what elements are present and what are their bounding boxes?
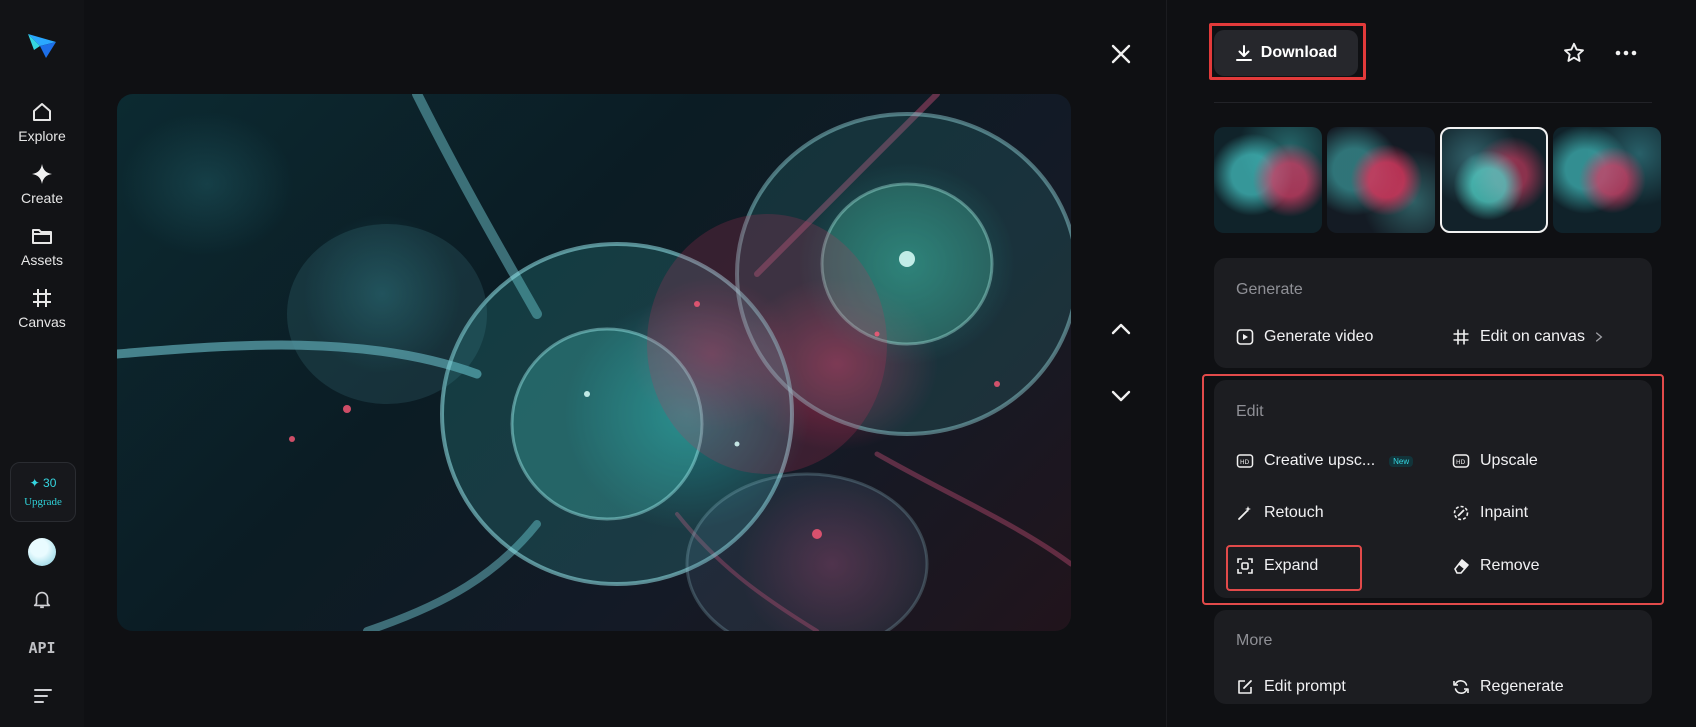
avatar[interactable] [28,538,56,566]
edit-card: Edit HD Creative upsc... New HD Upscale … [1214,380,1652,598]
action-label: Creative upsc... [1264,452,1376,469]
action-label: Retouch [1264,504,1324,521]
next-image-button[interactable] [1105,380,1137,412]
menu-icon[interactable] [33,688,53,704]
generate-card: Generate Generate video Edit on canvas [1214,258,1652,368]
download-icon [1235,45,1252,61]
hd-plus-icon: HD [1236,454,1254,468]
canvas-icon [1453,329,1469,345]
variation-thumbnail-4[interactable] [1553,127,1661,233]
inpaint-button[interactable]: Inpaint [1452,504,1528,522]
inpaint-icon [1453,505,1469,521]
action-label: Expand [1264,557,1319,574]
new-badge: New [1389,455,1414,467]
action-label: Edit prompt [1264,678,1346,695]
rail-label: Explore [18,128,66,144]
edit-prompt-icon [1238,680,1252,694]
edit-prompt-button[interactable]: Edit prompt [1236,678,1346,696]
variation-thumbnail-1[interactable] [1214,127,1322,233]
app: Explore Create Assets Canvas ✦ 30 Upgrad… [0,0,1696,727]
close-button[interactable] [1105,38,1137,70]
canvas-icon [33,289,51,307]
action-label: Remove [1480,557,1540,574]
api-link[interactable]: API [0,639,84,657]
action-label: Regenerate [1480,678,1564,695]
chevron-up-icon [1111,323,1131,335]
variation-thumbnail-3-selected[interactable] [1440,127,1548,233]
generate-video-button[interactable]: Generate video [1236,328,1373,346]
card-title: Edit [1236,403,1264,420]
rail-item-create[interactable]: Create [0,162,84,206]
rail-item-canvas[interactable]: Canvas [0,286,84,330]
rail-item-explore[interactable]: Explore [0,100,84,144]
play-icon [1236,329,1254,345]
previous-image-button[interactable] [1105,313,1137,345]
rail-label: Assets [20,252,63,268]
bell-icon[interactable] [31,588,53,610]
upscale-button[interactable]: HD Upscale [1452,452,1538,470]
expand-icon [1237,558,1253,574]
more-options-button[interactable] [1612,39,1640,67]
chevron-down-icon [1111,390,1131,402]
remove-button[interactable]: Remove [1452,557,1540,575]
panel-separator [1214,102,1652,103]
upgrade-link[interactable]: Upgrade [24,496,62,508]
rail-label: Create [20,190,64,206]
credits-upgrade[interactable]: ✦ 30 Upgrade [10,462,76,522]
hd-icon: HD [1452,454,1470,468]
variation-thumbnail-2[interactable] [1327,127,1435,233]
retouch-button[interactable]: Retouch [1236,504,1324,522]
download-label: Download [1260,44,1338,61]
svg-text:HD: HD [1456,459,1466,466]
rail-item-assets[interactable]: Assets [0,224,84,268]
expand-button[interactable]: Expand [1236,557,1318,575]
credits-count: ✦ 30 [29,476,57,490]
card-title: Generate [1236,281,1303,298]
refresh-icon [1453,680,1469,694]
rail-label: Canvas [18,314,66,330]
more-icon [1615,50,1637,56]
cell-artwork [117,94,1071,631]
folder-icon [32,229,52,244]
card-title: More [1236,632,1273,649]
action-label: Generate video [1264,328,1374,345]
favorite-button[interactable] [1560,39,1588,67]
action-label: Upscale [1480,452,1538,469]
left-rail: Explore Create Assets Canvas ✦ 30 Upgrad… [0,0,84,727]
svg-text:HD: HD [1240,459,1250,466]
chevron-right-icon [1595,332,1603,342]
more-card: More Edit prompt Regenerate [1214,610,1652,704]
home-icon [33,103,51,121]
star-icon [1564,42,1584,62]
sparkle-icon [32,164,52,184]
close-icon [1111,44,1131,64]
generated-image [117,94,1071,631]
edit-on-canvas-button[interactable]: Edit on canvas [1452,328,1603,346]
action-label: Inpaint [1480,504,1529,521]
download-button[interactable]: Download [1214,30,1358,76]
magic-wand-icon [1238,506,1251,520]
panel-divider [1166,0,1167,727]
app-logo-icon[interactable] [26,28,58,60]
eraser-icon [1454,559,1469,574]
creative-upscale-button[interactable]: HD Creative upsc... New [1236,452,1414,470]
action-label: Edit on canvas [1480,328,1585,345]
regenerate-button[interactable]: Regenerate [1452,678,1564,696]
